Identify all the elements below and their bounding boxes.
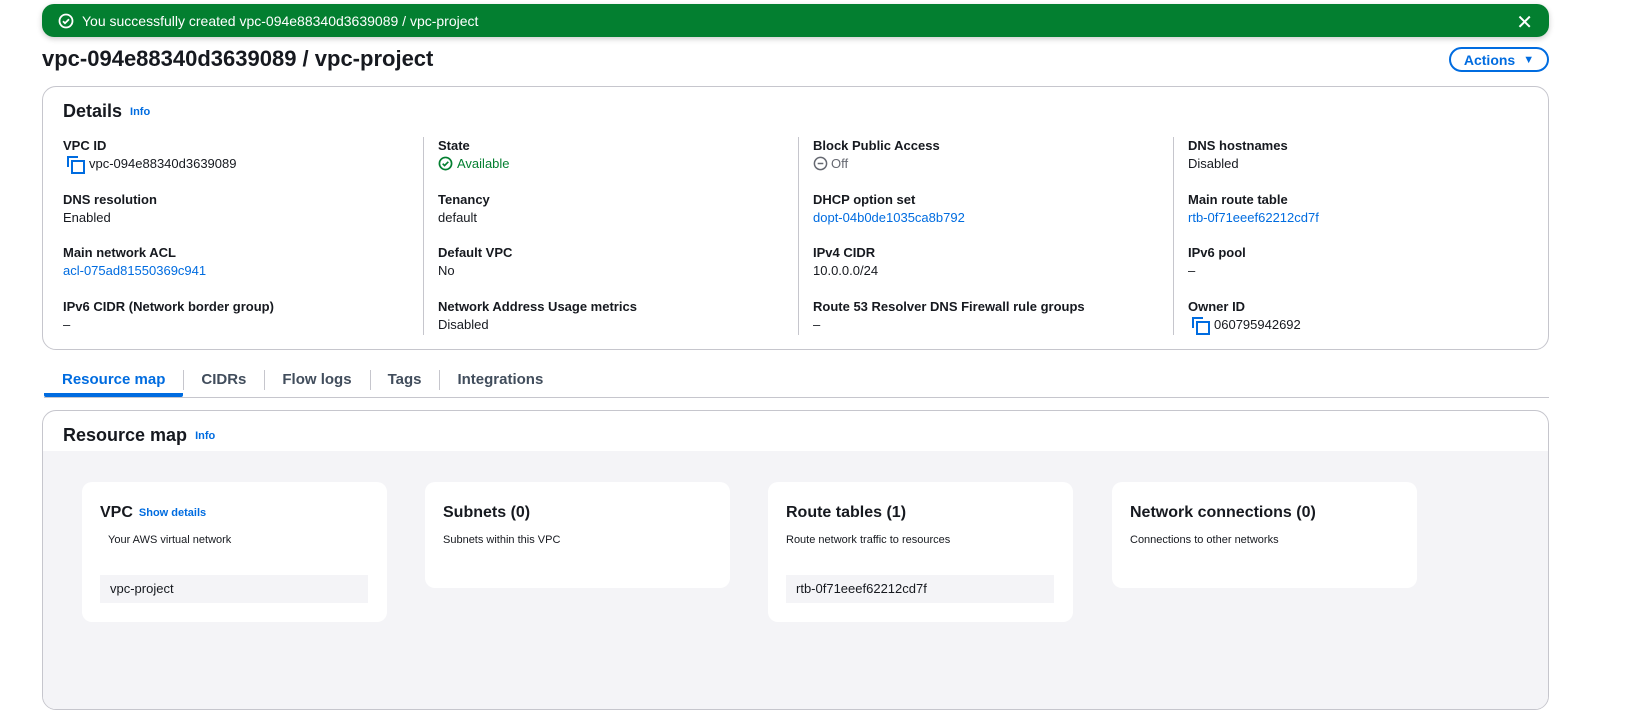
card-subtitle: Your AWS virtual network [108,534,232,546]
detail-item: Owner ID 060795942692 [1188,298,1548,352]
detail-item: Block Public Access Off [813,137,1173,191]
column-divider [423,137,424,335]
detail-label: State [438,138,470,153]
detail-item: Main network ACL acl-075ad81550369c941 [63,244,423,298]
detail-label: DHCP option set [813,191,916,207]
detail-value: default [438,209,478,225]
close-icon[interactable]: ✕ [1516,10,1533,35]
tab-integrations[interactable]: Integrations [439,368,561,397]
minus-circle-icon [813,156,828,171]
detail-label: Route 53 Resolver DNS Firewall rule grou… [813,298,1085,314]
tab-flow-logs[interactable]: Flow logs [264,368,369,397]
resource-card: Network connections (0) Connections to o… [1112,482,1417,588]
tab-resource-map[interactable]: Resource map [44,368,184,397]
show-details-link[interactable]: Show details [139,507,206,519]
detail-item: IPv6 CIDR (Network border group) – [63,298,423,352]
detail-item: DNS resolution Enabled [63,191,423,245]
detail-item: IPv4 CIDR 10.0.0.0/24 [813,244,1173,298]
info-link[interactable]: Info [195,430,215,442]
check-circle-icon [58,13,74,28]
copy-icon[interactable] [67,156,85,174]
detail-item: Main route table rtb-0f71eeef62212cd7f [1188,191,1548,245]
card-title: Subnets (0) [443,504,531,521]
detail-value: Enabled [63,209,111,225]
details-title: Details [63,101,123,121]
column-divider [798,137,799,335]
detail-label: Main route table [1188,191,1288,207]
card-subtitle: Route network traffic to resources [786,534,951,546]
success-banner: You successfully created vpc-094e88340d3… [42,4,1549,37]
detail-value: Off [831,156,849,171]
detail-item: Network Address Usage metrics Disabled [438,298,798,352]
detail-item: Route 53 Resolver DNS Firewall rule grou… [813,298,1173,352]
page-title: vpc-094e88340d3639089 / vpc-project [42,46,434,71]
tab-tags[interactable]: Tags [369,368,440,397]
card-title: VPC [100,504,133,521]
actions-label: Actions [1463,51,1516,68]
detail-value: Available [457,156,510,171]
detail-label: IPv6 pool [1188,245,1246,260]
copy-icon[interactable] [1192,316,1210,335]
info-link[interactable]: Info [130,106,150,118]
details-panel: Details Info VPC ID vpc-094e88340d3639089 D… [42,86,1549,350]
detail-value[interactable]: rtb-0f71eeef62212cd7f [1188,210,1319,225]
resource-card: Route tables (1) Route network traffic t… [768,482,1073,622]
resource-card: VPC Show details Your AWS virtual network… [82,482,387,622]
detail-item: VPC ID vpc-094e88340d3639089 [63,137,423,191]
tab-cidrs[interactable]: CIDRs [183,368,264,397]
detail-value: No [438,263,455,278]
detail-value[interactable]: acl-075ad81550369c941 [63,263,206,278]
detail-label: Default VPC [438,245,513,260]
detail-label: IPv4 CIDR [813,245,876,260]
detail-item: IPv6 pool – [1188,244,1548,298]
detail-value[interactable]: dopt-04b0de1035ca8b792 [813,210,965,225]
detail-label: DNS hostnames [1188,138,1288,153]
detail-label: Owner ID [1188,298,1246,314]
detail-value: – [1188,263,1196,278]
banner-message: You successfully created vpc-094e88340d3… [82,12,479,29]
detail-item: State Available [438,137,798,191]
detail-item: Default VPC No [438,244,798,298]
caret-down-icon: ▼ [1523,53,1535,66]
resource-map-title: Resource map [63,425,188,445]
detail-label: Network Address Usage metrics [438,298,637,314]
check-circle-icon [438,156,453,171]
actions-button[interactable]: Actions ▼ [1449,47,1549,72]
detail-item: DHCP option set dopt-04b0de1035ca8b792 [813,191,1173,245]
card-title: Route tables (1) [786,504,907,521]
resource-card: Subnets (0) Subnets within this VPC [425,482,730,588]
tab-bar: Resource map CIDRs Flow logs Tags Integratio… [44,368,1549,398]
detail-label: DNS resolution [63,191,157,207]
card-title: Network connections (0) [1130,504,1316,521]
detail-item: Tenancy default [438,191,798,245]
detail-value: vpc-094e88340d3639089 [89,156,237,171]
detail-label: Block Public Access [813,138,940,153]
column-divider [1173,137,1174,335]
resource-map-panel: Resource map Info VPC Show details Your AW… [42,410,1549,710]
detail-item: DNS hostnames Disabled [1188,137,1548,191]
detail-label: Main network ACL [63,245,176,260]
resource-item[interactable]: vpc-project [100,575,368,603]
detail-label: VPC ID [63,138,107,153]
detail-value: Disabled [1188,156,1239,171]
card-subtitle: Subnets within this VPC [443,534,561,546]
detail-value: 10.0.0.0/24 [813,263,879,278]
detail-value: Disabled [438,316,489,332]
detail-label: IPv6 CIDR (Network border group) [63,298,274,314]
detail-value: – [63,316,71,332]
resource-item[interactable]: rtb-0f71eeef62212cd7f [786,575,1054,603]
detail-value: – [813,316,821,332]
detail-label: Tenancy [438,191,490,207]
detail-value: 060795942692 [1214,316,1301,332]
card-subtitle: Connections to other networks [1130,534,1279,546]
